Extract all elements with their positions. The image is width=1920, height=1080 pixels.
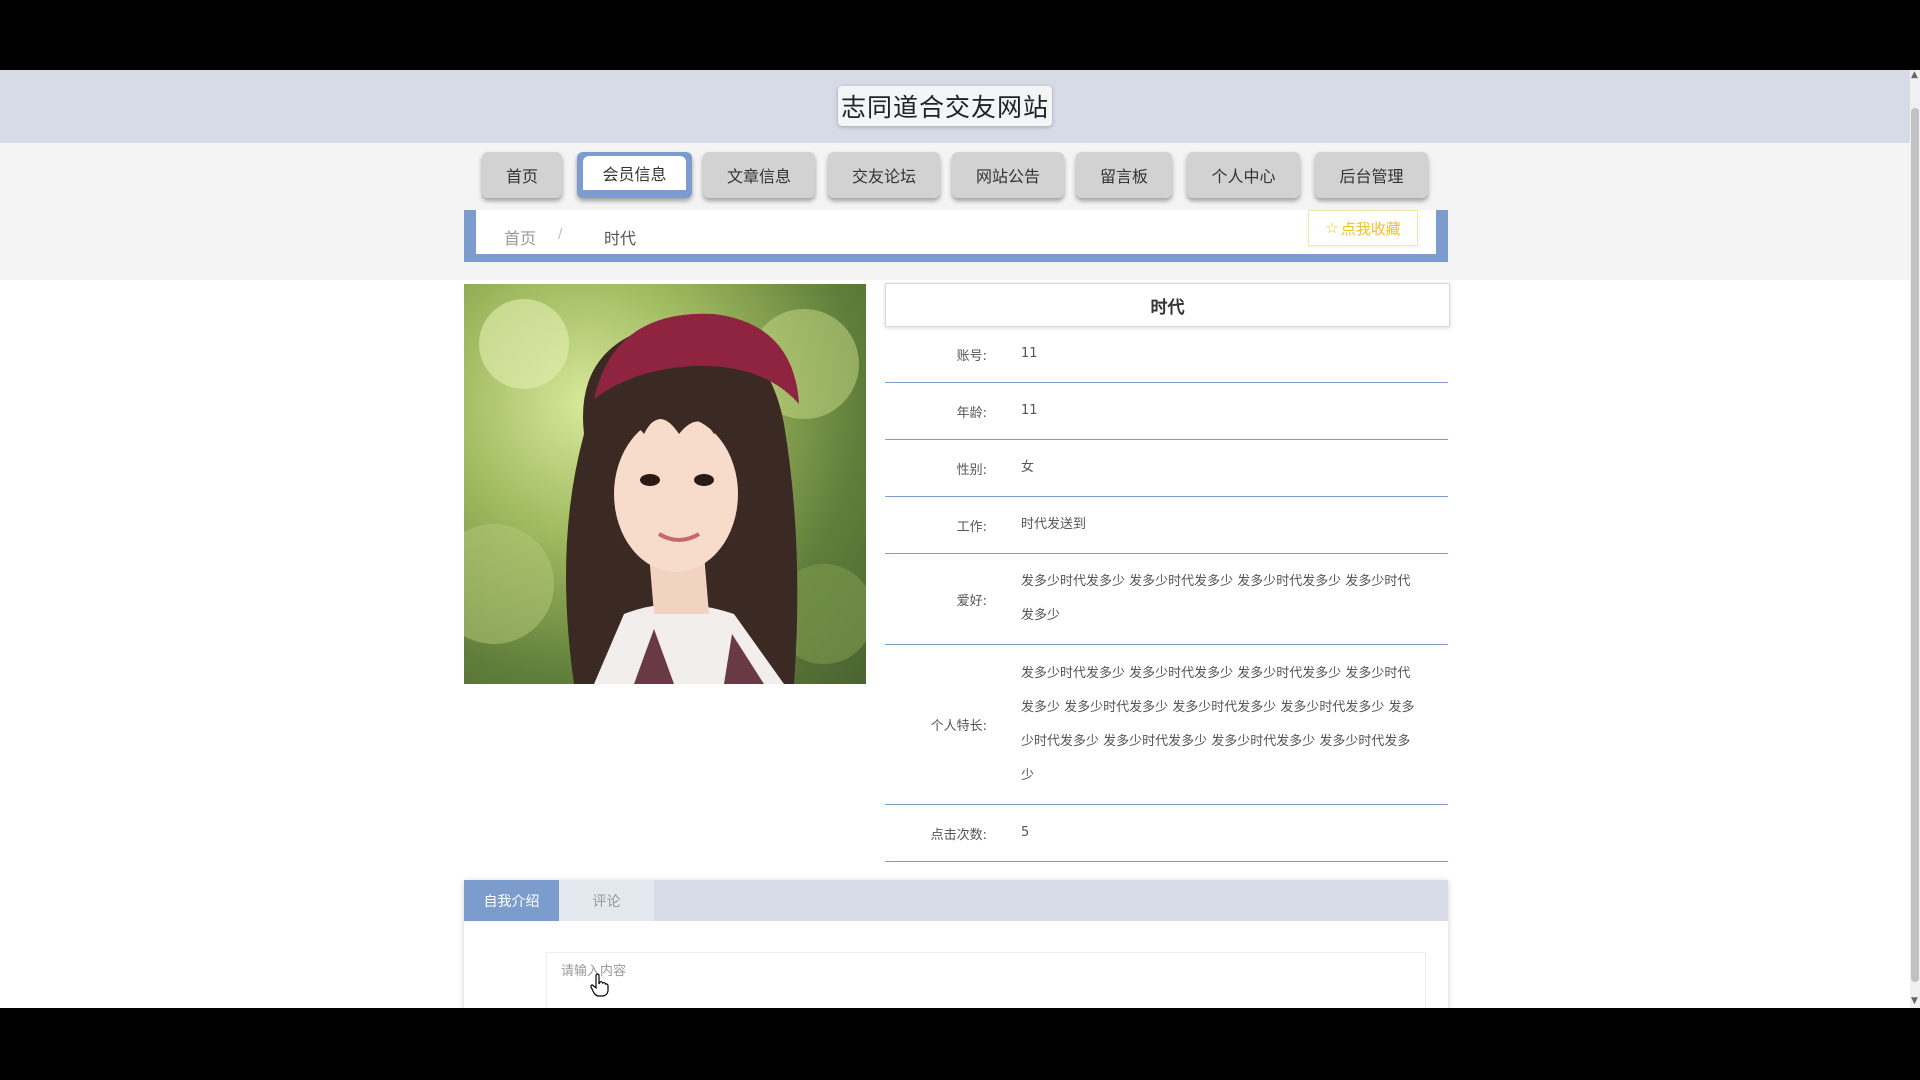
info-label: 工作: <box>956 519 987 535</box>
info-label: 账号: <box>956 348 987 364</box>
scroll-up-icon[interactable]: ▲ <box>1911 70 1918 80</box>
tabs-panel: 自我介绍 评论 <box>464 880 1448 1008</box>
nav-label: 交友论坛 <box>851 167 916 186</box>
nav-item-members[interactable]: 会员信息 <box>577 152 692 198</box>
site-title: 志同道合交友网站 <box>838 86 1052 126</box>
nav-item-articles[interactable]: 文章信息 <box>703 152 815 198</box>
comment-box <box>546 952 1426 1008</box>
nav-label: 首页 <box>505 167 538 186</box>
breadcrumb-separator: / <box>558 227 563 242</box>
breadcrumb-home-link[interactable]: 首页 <box>504 225 536 249</box>
page-scrollbar[interactable]: ▲ ▼ <box>1910 70 1920 1008</box>
breadcrumb-current: 时代 <box>604 229 637 248</box>
nav-item-admin[interactable]: 后台管理 <box>1315 152 1428 198</box>
site-header: 志同道合交友网站 <box>0 70 1910 143</box>
info-label: 爱好: <box>956 593 987 609</box>
tabs-bar: 自我介绍 评论 <box>464 880 1448 921</box>
tab-comments[interactable]: 评论 <box>559 880 654 921</box>
info-row-hobbies: 爱好: 发多少时代发多少 发多少时代发多少 发多少时代发多少 发多少时代发多少 <box>885 554 1448 645</box>
info-row-account: 账号: 11 <box>885 326 1448 383</box>
browser-viewport: 志同道合交友网站 首页 会员信息 文章信息 交友论坛 网站公告 留言板 个人中心… <box>0 70 1920 1008</box>
favorite-button[interactable]: ☆ 点我收藏 <box>1308 210 1418 246</box>
comment-input[interactable] <box>559 963 1403 980</box>
member-info-list: 账号: 11 年龄: 11 性别: 女 工作: 时代发送到 爱好: 发多少时代发… <box>885 326 1448 862</box>
info-row-gender: 性别: 女 <box>885 440 1448 497</box>
nav-label: 后台管理 <box>1339 167 1404 186</box>
info-value: 女 <box>1021 460 1035 475</box>
nav-label: 网站公告 <box>975 167 1040 186</box>
nav-item-announcements[interactable]: 网站公告 <box>952 152 1064 198</box>
hand-pointer-icon <box>590 973 610 997</box>
favorite-button-label: 点我收藏 <box>1340 219 1401 238</box>
info-label: 点击次数: <box>930 827 987 843</box>
info-row-age: 年龄: 11 <box>885 383 1448 440</box>
nav-label: 留言板 <box>1099 167 1148 186</box>
info-row-specialties: 个人特长: 发多少时代发多少 发多少时代发多少 发多少时代发多少 发多少时代发多… <box>885 645 1448 805</box>
nav-label: 个人中心 <box>1211 167 1276 186</box>
info-row-job: 工作: 时代发送到 <box>885 497 1448 554</box>
info-value: 发多少时代发多少 发多少时代发多少 发多少时代发多少 发多少时代发多少 发多少时… <box>1021 665 1415 783</box>
info-row-clicks: 点击次数: 5 <box>885 805 1448 862</box>
info-value: 11 <box>1021 346 1038 361</box>
info-label: 性别: <box>956 462 987 478</box>
breadcrumb-container: 首页 / 时代 ☆ 点我收藏 <box>464 210 1448 262</box>
tab-self-intro[interactable]: 自我介绍 <box>464 880 559 921</box>
info-value: 发多少时代发多少 发多少时代发多少 发多少时代发多少 发多少时代发多少 <box>1021 574 1411 623</box>
nav-label: 文章信息 <box>726 167 791 186</box>
letterbox-top <box>0 0 1920 70</box>
info-label: 个人特长: <box>930 719 987 734</box>
scroll-down-icon[interactable]: ▼ <box>1911 996 1918 1006</box>
star-outline-icon: ☆ <box>1325 219 1339 237</box>
nav-item-home[interactable]: 首页 <box>482 152 562 198</box>
nav-item-message-board[interactable]: 留言板 <box>1076 152 1172 198</box>
breadcrumb: 首页 / 时代 ☆ 点我收藏 <box>476 210 1436 254</box>
member-photo <box>464 284 866 684</box>
scroll-thumb[interactable] <box>1911 108 1919 982</box>
nav-item-forum[interactable]: 交友论坛 <box>828 152 940 198</box>
nav-label: 会员信息 <box>602 165 667 184</box>
info-value: 5 <box>1021 825 1030 840</box>
info-value: 11 <box>1021 403 1038 418</box>
info-label: 年龄: <box>956 405 987 421</box>
info-value: 时代发送到 <box>1021 517 1087 532</box>
member-name: 时代 <box>885 283 1450 327</box>
main-nav: 首页 会员信息 文章信息 交友论坛 网站公告 留言板 个人中心 后台管理 <box>0 152 1910 204</box>
letterbox-bottom <box>0 1008 1920 1080</box>
nav-item-personal-center[interactable]: 个人中心 <box>1187 152 1300 198</box>
